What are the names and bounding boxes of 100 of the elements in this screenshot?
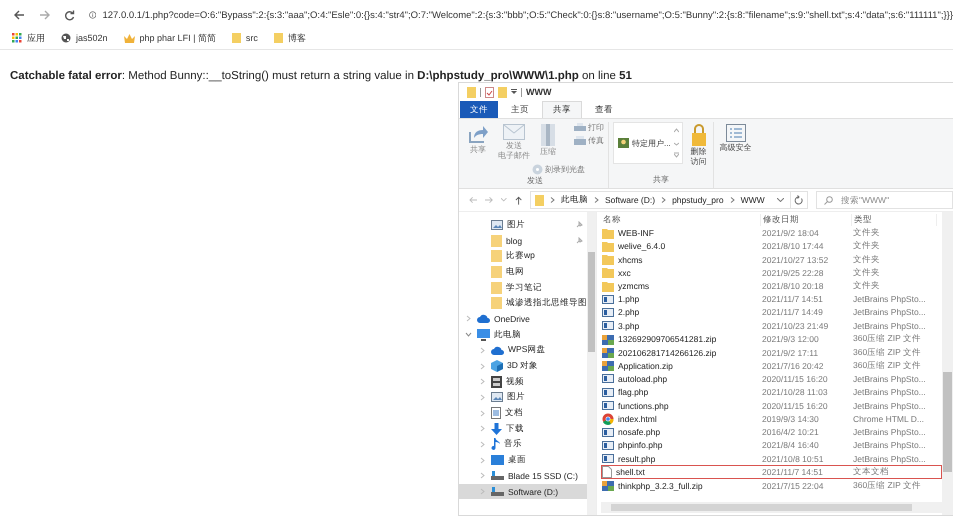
modified-date: 2021/10/23 21:49 (762, 320, 830, 331)
file-type: JetBrains PhpSto... (853, 454, 927, 464)
nav-item[interactable]: 学习笔记 (459, 280, 587, 296)
breadcrumb[interactable]: 此电脑 (561, 194, 588, 206)
file-type: JetBrains PhpSto... (853, 387, 927, 398)
file-row[interactable]: 132692909706541281.zip 2021/9/3 12:00 360压缩 ZIP 文件 (601, 332, 942, 346)
file-row[interactable]: welive_6.4.0 2021/8/10 17:44 文件夹 (601, 239, 942, 253)
file-type: 文件夹 (853, 227, 881, 239)
file-type: JetBrains PhpSto... (853, 440, 927, 450)
file-name: yzmcms (602, 280, 762, 292)
file-type: JetBrains PhpSto... (853, 307, 927, 318)
file-menu-button[interactable]: 文件 (460, 101, 498, 118)
nav-item[interactable]: OneDrive (459, 311, 587, 327)
nav-item[interactable]: 音乐 (459, 436, 587, 452)
modified-date: 2021/10/27 13:52 (762, 254, 830, 265)
ribbon-button[interactable]: 高级安全 (718, 122, 754, 154)
breadcrumb[interactable]: WWW (740, 195, 765, 205)
nav-item[interactable]: blog (459, 232, 587, 248)
file-name: 1.php (602, 294, 762, 305)
ribbon-tab[interactable]: 共享 (542, 101, 582, 118)
file-row[interactable]: thinkphp_3.2.3_full.zip 2021/7/15 22:04 360压缩 ZIP 文件 (601, 478, 942, 492)
nav-item[interactable]: WPS网盘 (459, 342, 587, 358)
ribbon-button[interactable]: 打印 (574, 122, 604, 133)
file-row[interactable]: flag.php 2021/10/28 11:03 JetBrains PhpSto... (601, 386, 942, 399)
modified-date: 2021/8/10 17:44 (762, 241, 824, 252)
file-row[interactable]: functions.php 2020/11/15 16:20 JetBrains PhpSto... (601, 398, 942, 412)
file-type: JetBrains PhpSto... (853, 294, 927, 304)
file-name: autoload.php (602, 373, 762, 384)
file-row[interactable]: 2.php 2021/11/7 14:49 JetBrains PhpSto... (601, 306, 942, 320)
file-row[interactable]: xxc 2021/9/25 22:28 文件夹 (601, 266, 942, 280)
file-name: phpinfo.php (602, 440, 762, 451)
file-row[interactable]: nosafe.php 2016/4/2 10:21 JetBrains PhpSto... (601, 425, 942, 439)
column-header[interactable]: 名称 (601, 214, 761, 226)
ribbon-button[interactable]: 传真 (574, 135, 604, 146)
nav-item[interactable]: 下载 (459, 420, 587, 437)
file-row[interactable]: yzmcms 2021/8/10 20:18 文件夹 (601, 279, 942, 292)
file-type: 360压缩 ZIP 文件 (853, 360, 922, 372)
url-text: 127.0.0.1/1.php?code=O:6:"Bypass":2:{s:3:"aaa";O:4:"Esle":0:{}s:4:"str4";O:7:"Welcome":2:{s:3:"bbb";O:5:"Check":0:{}s:8:"username";O:5:"Bunny":2:{s:8:"filename";s:9:"shell.txt";s:4:"data";s:6:"111111";}}} (102, 10, 953, 20)
file-row[interactable]: shell.txt 2021/11/7 14:51 文本文档 (601, 465, 942, 479)
file-name: 202106281714266126.zip (602, 347, 762, 358)
file-type: 文件夹 (853, 266, 881, 279)
file-row[interactable]: 3.php 2021/10/23 21:49 JetBrains PhpSto... (601, 319, 942, 332)
group-label: 发送 (527, 175, 543, 188)
nav-item[interactable]: 比赛wp (459, 248, 587, 264)
nav-item[interactable]: 文档 (459, 405, 587, 421)
bookmark-link[interactable]: src (232, 33, 258, 43)
nav-item[interactable]: 视频 (459, 374, 587, 390)
file-name: 3.php (602, 320, 762, 332)
column-header[interactable]: 类型 (852, 214, 937, 226)
modified-date: 2021/11/7 14:51 (762, 467, 824, 478)
nav-item[interactable]: 图片 (459, 390, 587, 406)
file-name: xhcms (602, 254, 762, 266)
bookmark-link[interactable]: php phar LFI | 简简 (124, 32, 216, 44)
search-field[interactable]: 搜索"WWW" (816, 191, 953, 209)
file-row[interactable]: autoload.php 2020/11/15 16:20 JetBrains PhpSto... (601, 372, 942, 386)
modified-date: 2021/10/8 10:51 (762, 454, 824, 464)
file-row[interactable]: 202106281714266126.zip 2021/9/2 17:11 360压缩 ZIP 文件 (601, 346, 942, 359)
nav-item[interactable]: 桌面 (459, 452, 587, 468)
bookmark-link[interactable]: 应用 (12, 32, 45, 44)
file-row[interactable]: result.php 2021/10/8 10:51 JetBrains PhpSto... (601, 452, 942, 466)
file-row[interactable]: Application.zip 2021/7/16 20:42 360压缩 ZIP 文件 (601, 358, 942, 372)
nav-item[interactable]: Software (D:) (459, 484, 587, 500)
modified-date: 2020/11/15 16:20 (762, 400, 829, 410)
nav-item[interactable]: 城渗透指北思维导图 (459, 295, 587, 312)
modified-date: 2021/11/7 14:51 (762, 294, 824, 304)
bookmark-link[interactable]: 博客 (274, 32, 306, 44)
file-type: 文件夹 (853, 280, 881, 292)
breadcrumb[interactable]: Software (D:) (605, 195, 656, 205)
modified-date: 2021/7/16 20:42 (762, 360, 824, 371)
breadcrumb[interactable]: phpstudy_pro (672, 195, 724, 205)
modified-date: 2020/11/15 16:20 (762, 374, 829, 384)
column-header[interactable]: 修改日期 (761, 214, 852, 226)
ribbon-button[interactable]: 删除 访问 (688, 122, 709, 168)
address-field[interactable]: 此电脑 Software (D:) phpstudy_pro WWW (530, 191, 791, 209)
nav-item[interactable]: 3D 对象 (459, 358, 587, 374)
file-name: 2.php (602, 306, 762, 318)
nav-item[interactable]: 电网 (459, 264, 587, 280)
file-row[interactable]: phpinfo.php 2021/8/4 16:40 JetBrains PhpSto... (601, 438, 942, 452)
file-type: 360压缩 ZIP 文件 (853, 333, 922, 346)
file-name: flag.php (602, 386, 762, 398)
nav-item[interactable]: Blade 15 SSD (C:) (459, 468, 587, 484)
ribbon-tab[interactable]: 主页 (500, 101, 540, 118)
modified-date: 2021/11/7 14:49 (762, 307, 824, 318)
file-type: 文本文档 (853, 466, 890, 478)
ribbon-tab[interactable]: 查看 (584, 101, 624, 118)
file-name: functions.php (602, 400, 762, 411)
bookmark-link[interactable]: jas502n (61, 33, 108, 43)
file-row[interactable]: 1.php 2021/11/7 14:51 JetBrains PhpSto... (601, 292, 942, 306)
error-message: Catchable fatal error: Method Bunny::__toString() must return a string value in D:\phpstudy_pro\WWW\1.php on line 51 (10, 70, 633, 82)
nav-item[interactable]: 图片 (459, 217, 587, 233)
group-label: 共享 (652, 174, 669, 186)
share-with-list[interactable]: 特定用户... (613, 122, 683, 164)
file-row[interactable]: index.html 2019/9/3 14:30 Chrome HTML D... (601, 412, 942, 426)
ribbon-button[interactable]: 刻录到光盘 (532, 164, 604, 176)
file-type: 文件夹 (853, 240, 881, 252)
file-name: WEB-INF (602, 228, 762, 238)
nav-item[interactable]: 此电脑 (459, 326, 587, 342)
modified-date: 2021/9/2 17:11 (762, 348, 820, 358)
file-row[interactable]: WEB-INF 2021/9/2 18:04 文件夹 (601, 226, 942, 240)
file-row[interactable]: xhcms 2021/10/27 13:52 文件夹 (601, 252, 942, 266)
